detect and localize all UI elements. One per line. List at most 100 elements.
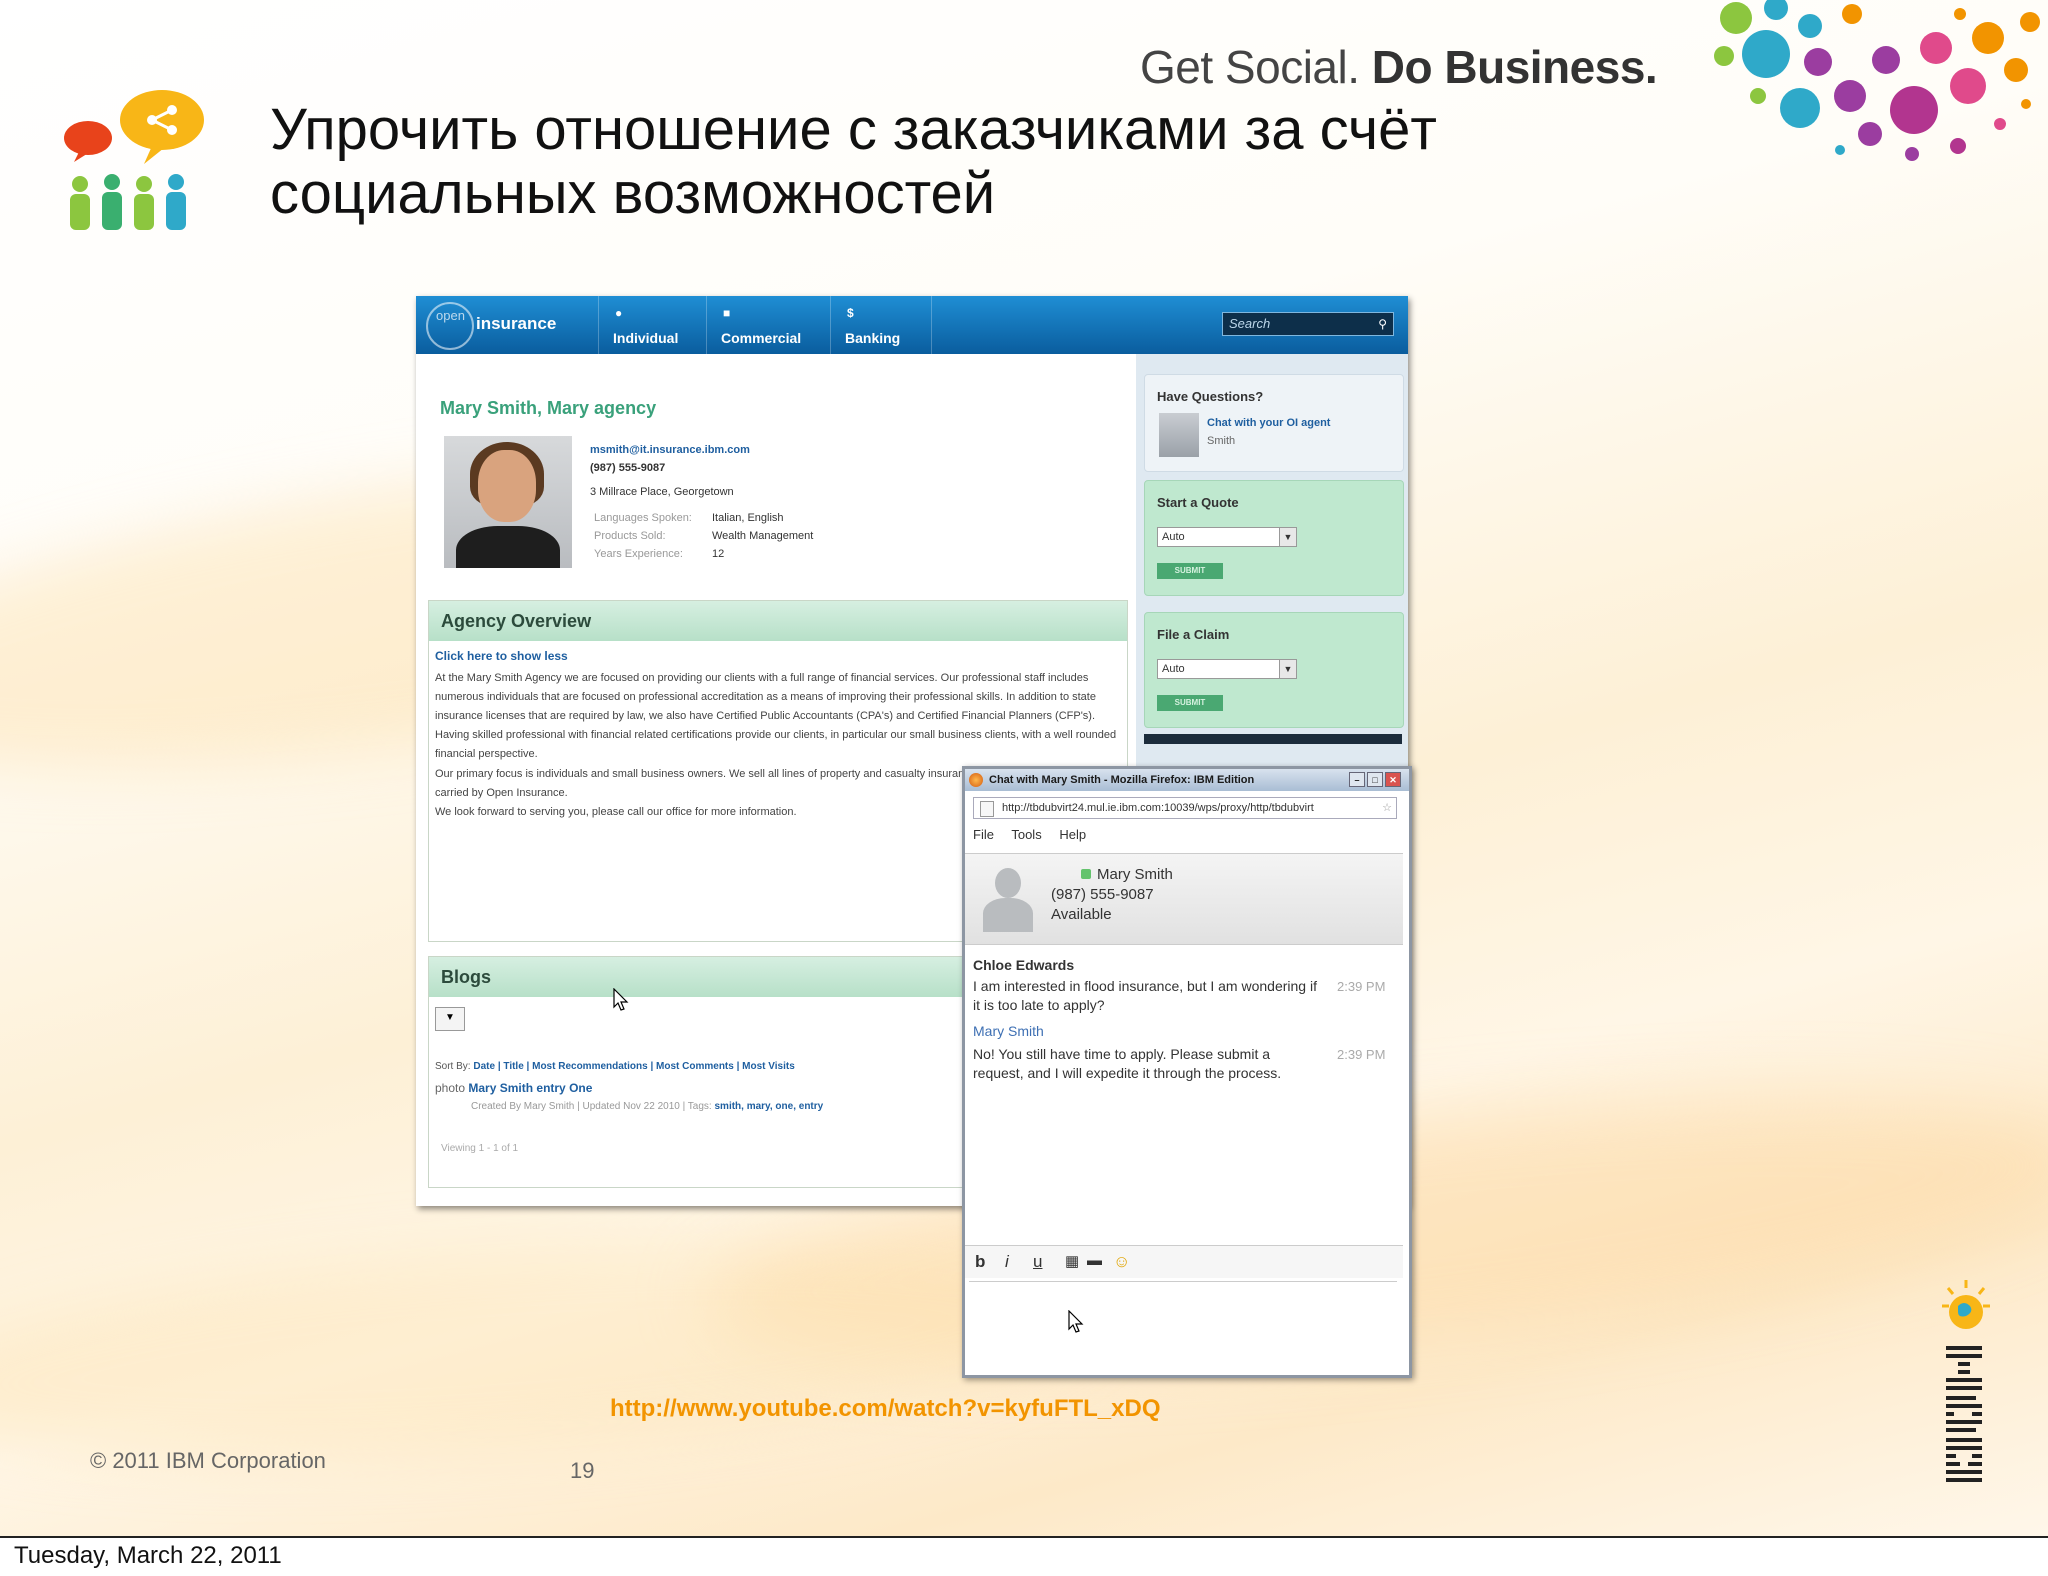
blog-entry: photo Mary Smith entry One: [435, 1081, 592, 1095]
meta-value: Wealth Management: [712, 530, 814, 542]
format-toolbar: b i u ▦ ▬ ☺: [965, 1245, 1403, 1278]
italic-button[interactable]: i: [1005, 1252, 1009, 1272]
brand-name: insurance: [476, 314, 557, 333]
quote-box: Start a Quote Auto ▼ SUBMIT: [1144, 480, 1404, 596]
tab-individual[interactable]: ● Individual: [598, 296, 707, 354]
chat-message-input[interactable]: [969, 1281, 1397, 1342]
claim-title: File a Claim: [1157, 627, 1230, 642]
address-url: http://tbdubvirt24.mul.ie.ibm.com:10039/…: [1002, 802, 1314, 814]
tagline-light: Get Social.: [1140, 41, 1360, 93]
menu-help[interactable]: Help: [1059, 827, 1086, 842]
menu-tools[interactable]: Tools: [1011, 827, 1041, 842]
blogs-dropdown[interactable]: ▼: [435, 1007, 465, 1031]
meta-experience: Years Experience: 12: [594, 548, 724, 560]
copyright: © 2011 IBM Corporation: [90, 1448, 326, 1473]
show-less-link[interactable]: Click here to show less: [435, 649, 568, 663]
contact-name: Mary Smith: [1081, 866, 1173, 883]
chevron-down-icon: ▼: [1279, 528, 1296, 546]
portal-navbar: open insurance ● Individual ■ Commercial…: [416, 296, 1408, 354]
smarter-planet-icon: [1942, 1280, 1990, 1329]
search-input[interactable]: Search ⚲: [1222, 312, 1394, 336]
close-button[interactable]: ✕: [1385, 772, 1401, 787]
menu-file[interactable]: File: [973, 827, 994, 842]
quote-select-value: Auto: [1162, 531, 1185, 543]
dot-cluster-logo: [1714, 0, 2040, 161]
tab-label: Commercial: [721, 330, 802, 346]
meta-label: Products Sold:: [594, 530, 666, 542]
entry-tags[interactable]: smith, mary, one, entry: [714, 1101, 823, 1112]
tab-label: Individual: [613, 330, 679, 346]
minimize-button[interactable]: –: [1349, 772, 1365, 787]
claim-select-value: Auto: [1162, 663, 1185, 675]
agent-email-link[interactable]: msmith@it.insurance.ibm.com: [590, 444, 750, 456]
video-strip: [1144, 734, 1402, 744]
meta-value: Italian, English: [712, 512, 784, 524]
chat-window-title: Chat with Mary Smith - Mozilla Firefox: …: [989, 774, 1255, 786]
blog-entry-link[interactable]: Mary Smith entry One: [468, 1081, 592, 1095]
search-icon[interactable]: ⚲: [1378, 313, 1387, 335]
agent-avatar: [1159, 413, 1199, 457]
bold-button[interactable]: b: [975, 1252, 985, 1272]
tab-label: Banking: [845, 330, 901, 346]
claim-box: File a Claim Auto ▼ SUBMIT: [1144, 612, 1404, 728]
agent-photo: [444, 436, 572, 568]
contact-status: Available: [1051, 906, 1112, 923]
questions-box: Have Questions? Chat with your OI agent …: [1144, 374, 1404, 472]
overview-paragraph: At the Mary Smith Agency we are focused …: [435, 672, 1117, 760]
title-line-1: Упрочить отношение с заказчиками за счёт: [270, 97, 1437, 162]
emoticon-icon[interactable]: ☺: [1113, 1252, 1130, 1272]
slide-title: Упрочить отношение с заказчиками за счёт…: [270, 98, 1570, 226]
meta-label: Years Experience:: [594, 548, 683, 560]
blog-sort-bar: Sort By: Date | Title | Most Recommendat…: [435, 1061, 795, 1072]
link-icon[interactable]: ▬: [1087, 1252, 1102, 1269]
panel-title: Agency Overview: [429, 601, 1127, 641]
brand-logo[interactable]: open insurance: [436, 308, 557, 334]
chevron-down-icon: ▼: [1279, 660, 1296, 678]
social-people-logo: [64, 90, 204, 230]
quote-submit-button[interactable]: SUBMIT: [1157, 563, 1223, 579]
building-icon: ■: [723, 306, 731, 320]
maximize-button[interactable]: □: [1367, 772, 1383, 787]
contact-silhouette-icon: [981, 864, 1035, 934]
brand-light: open: [436, 308, 465, 323]
ibm-logo: [1946, 1346, 1982, 1482]
mouse-cursor-icon: [1068, 1310, 1084, 1333]
claim-select[interactable]: Auto ▼: [1157, 659, 1297, 679]
address-bar[interactable]: http://tbdubvirt24.mul.ie.ibm.com:10039/…: [973, 797, 1397, 819]
underline-button[interactable]: u: [1033, 1252, 1042, 1272]
sort-options[interactable]: Date | Title | Most Recommendations | Mo…: [473, 1061, 794, 1072]
tab-banking[interactable]: $ Banking: [830, 296, 932, 354]
viewing-count: Viewing 1 - 1 of 1: [441, 1143, 519, 1154]
video-url-link[interactable]: http://www.youtube.com/watch?v=kyfuFTL_x…: [610, 1395, 1161, 1423]
meta-products: Products Sold: Wealth Management: [594, 530, 813, 542]
quote-select[interactable]: Auto ▼: [1157, 527, 1297, 547]
meta-value: 12: [712, 548, 725, 560]
entry-meta-text: Created By Mary Smith | Updated Nov 22 2…: [471, 1101, 712, 1112]
chat-agent-name: Smith: [1207, 435, 1236, 447]
page-number: 19: [570, 1458, 595, 1483]
agent-address: 3 Millrace Place, Georgetown: [590, 486, 734, 498]
slide-bottom-border: [0, 1536, 2048, 1538]
slide: Get Social. Do Business. Упрочить отноше…: [0, 0, 2048, 1536]
claim-submit-button[interactable]: SUBMIT: [1157, 695, 1223, 711]
firefox-icon: [969, 773, 983, 787]
message-sender: Mary Smith: [973, 1023, 1044, 1039]
sort-label: Sort By:: [435, 1061, 471, 1072]
font-color-icon[interactable]: ▦: [1065, 1252, 1079, 1270]
chat-window: Chat with Mary Smith - Mozilla Firefox: …: [962, 766, 1412, 1378]
questions-title: Have Questions?: [1157, 389, 1264, 404]
search-placeholder: Search: [1229, 316, 1271, 331]
tagline-bold: Do Business.: [1371, 41, 1658, 93]
bookmark-star-icon[interactable]: ☆: [1382, 798, 1392, 818]
page-icon: [980, 801, 994, 817]
person-icon: ●: [615, 306, 623, 320]
chat-agent-link[interactable]: Chat with your OI agent: [1207, 417, 1330, 429]
meta-languages: Languages Spoken: Italian, English: [594, 512, 784, 524]
chat-contact-card: Mary Smith (987) 555-9087 Available: [965, 853, 1403, 945]
entry-prefix: photo: [435, 1081, 466, 1095]
dollar-icon: $: [847, 306, 854, 320]
tab-commercial[interactable]: ■ Commercial: [706, 296, 831, 354]
status-available-icon: [1081, 869, 1091, 879]
meta-label: Languages Spoken:: [594, 512, 692, 524]
title-line-2: социальных возможностей: [270, 161, 996, 226]
